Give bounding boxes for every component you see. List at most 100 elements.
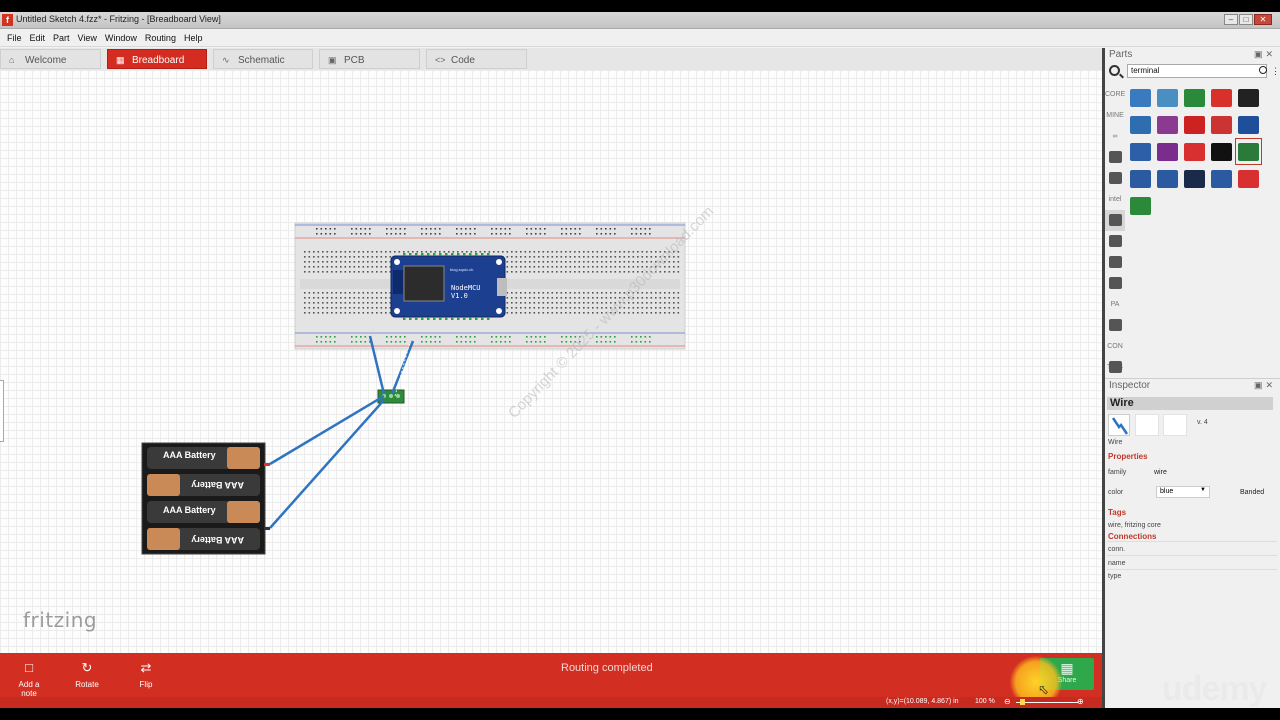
flip-button[interactable]: ⇄ Flip xyxy=(134,659,158,689)
menu-part[interactable]: Part xyxy=(52,30,77,46)
part-result[interactable] xyxy=(1235,84,1262,111)
menu-routing[interactable]: Routing xyxy=(144,30,183,46)
wires[interactable] xyxy=(269,335,415,529)
color-select[interactable]: blue ▼ xyxy=(1156,486,1210,498)
zoom-level: 100 % xyxy=(975,698,995,705)
battery-label: AAA Battery xyxy=(191,480,244,490)
part-result[interactable] xyxy=(1154,138,1181,165)
rotate-button[interactable]: ↻ Rotate xyxy=(72,659,102,689)
part-result[interactable] xyxy=(1235,138,1262,165)
part-result[interactable] xyxy=(1181,165,1208,192)
version-label: v. 4 xyxy=(1197,419,1208,426)
breadboard-canvas[interactable]: blog.squix.ch NodeMCU V1.0 AAA Battery A… xyxy=(0,70,1102,653)
list-menu-icon[interactable]: ⋮≡ xyxy=(1271,66,1280,77)
parts-title: Parts xyxy=(1109,49,1133,60)
parts-bin-tab[interactable]: PA xyxy=(1105,294,1125,315)
parts-bin-tab[interactable] xyxy=(1105,252,1125,273)
zoom-slider[interactable] xyxy=(1016,702,1078,703)
parts-bin-tab[interactable] xyxy=(1105,210,1125,231)
tags-header: Tags xyxy=(1108,508,1127,517)
tab-code[interactable]: <> Code xyxy=(426,49,527,69)
parts-bin-tab[interactable] xyxy=(1105,315,1125,336)
part-result[interactable] xyxy=(1181,84,1208,111)
app-icon: f xyxy=(2,14,13,26)
type-label: type xyxy=(1108,573,1122,580)
part-result[interactable] xyxy=(1154,111,1181,138)
part-result[interactable] xyxy=(1208,165,1235,192)
part-result[interactable] xyxy=(1208,138,1235,165)
mcu-url: blog.squix.ch xyxy=(450,267,473,272)
part-result[interactable] xyxy=(1127,138,1154,165)
inspector-panel: Inspector ▣✕ Wire v. 4 Wire Properties f… xyxy=(1105,378,1280,708)
zoom-slider-handle[interactable] xyxy=(1020,699,1025,705)
tab-schematic[interactable]: ∿ Schematic xyxy=(213,49,313,69)
panel-controls[interactable]: ▣✕ xyxy=(1254,49,1276,60)
battery-3: AAA Battery xyxy=(147,501,260,523)
left-dock-handle[interactable] xyxy=(0,380,4,442)
part-result[interactable] xyxy=(1208,84,1235,111)
menu-window[interactable]: Window xyxy=(104,30,144,46)
part-result[interactable] xyxy=(1235,165,1262,192)
title-bar: f Untitled Sketch 4.fzz* - Fritzing - [B… xyxy=(0,12,1280,29)
part-result[interactable] xyxy=(1235,111,1262,138)
part-result[interactable] xyxy=(1208,111,1235,138)
tab-label: Breadboard xyxy=(132,55,185,66)
tab-welcome[interactable]: ⌂ Welcome xyxy=(0,49,101,69)
panel-controls[interactable]: ▣✕ xyxy=(1254,380,1276,391)
breadboard-icon: ▦ xyxy=(116,55,125,65)
menu-help[interactable]: Help xyxy=(183,30,210,46)
minimize-icon[interactable]: – xyxy=(1224,14,1238,25)
chevron-down-icon: ▼ xyxy=(1200,487,1206,493)
zoom-out-icon[interactable]: ⊖ xyxy=(1004,697,1011,706)
parts-bin-tab[interactable]: ∞ xyxy=(1105,126,1125,147)
tab-pcb[interactable]: ▣ PCB xyxy=(319,49,420,69)
battery-4: AAA Battery xyxy=(147,528,260,550)
nodemcu-board[interactable]: blog.squix.ch NodeMCU V1.0 xyxy=(390,253,507,320)
menu-edit[interactable]: Edit xyxy=(29,30,53,46)
part-result[interactable] xyxy=(1154,84,1181,111)
menu-file[interactable]: File xyxy=(6,30,29,46)
part-result[interactable] xyxy=(1127,111,1154,138)
battery-label: AAA Battery xyxy=(163,505,216,515)
schematic-image xyxy=(1135,414,1159,436)
part-result[interactable] xyxy=(1154,165,1181,192)
properties-header: Properties xyxy=(1108,452,1148,461)
part-result[interactable] xyxy=(1181,138,1208,165)
zoom-in-icon[interactable]: ⊕ xyxy=(1077,697,1084,706)
parts-bin-tab[interactable]: CON TRIB xyxy=(1105,336,1125,371)
part-result[interactable] xyxy=(1127,192,1154,219)
parts-search-input[interactable]: terminal xyxy=(1127,64,1267,78)
parts-bin-tab[interactable]: CORE xyxy=(1105,84,1125,105)
banded-checkbox[interactable]: Banded xyxy=(1240,489,1264,496)
tab-breadboard[interactable]: ▦ Breadboard xyxy=(107,49,207,69)
conn-label: conn. xyxy=(1108,546,1126,553)
parts-bin-tab[interactable]: intel xyxy=(1105,189,1125,210)
parts-bin-tab[interactable] xyxy=(1105,168,1125,189)
magnifier-icon[interactable] xyxy=(1259,66,1267,74)
search-icon[interactable] xyxy=(1109,65,1120,76)
color-label: color xyxy=(1108,489,1124,496)
parts-bin-tab[interactable] xyxy=(1105,231,1125,252)
inspector-title: Inspector xyxy=(1109,380,1151,391)
view-tabs: ⌂ Welcome ▦ Breadboard ∿ Schematic ▣ PCB <> C… xyxy=(0,48,1102,70)
parts-bin-tab[interactable]: MINE xyxy=(1105,105,1125,126)
part-result[interactable] xyxy=(1127,165,1154,192)
battery-label: AAA Battery xyxy=(163,450,216,460)
image-label: Wire xyxy=(1108,439,1123,446)
flip-label: Flip xyxy=(139,680,153,689)
battery-label: AAA Battery xyxy=(191,535,244,545)
parts-bin-tab[interactable] xyxy=(1105,147,1125,168)
pcb-icon: ▣ xyxy=(328,55,337,65)
parts-bin-tab[interactable] xyxy=(1105,273,1125,294)
menu-view[interactable]: View xyxy=(77,30,104,46)
part-result[interactable] xyxy=(1127,84,1154,111)
add-note-button[interactable]: □ Add a note xyxy=(10,659,48,698)
part-result[interactable] xyxy=(1181,111,1208,138)
close-icon[interactable]: ✕ xyxy=(1254,14,1272,25)
tab-label: Code xyxy=(451,55,475,66)
battery-pack[interactable]: AAA Battery AAA Battery AAA Battery AAA … xyxy=(141,442,270,555)
home-icon: ⌂ xyxy=(9,55,15,65)
maximize-icon[interactable]: □ xyxy=(1239,14,1253,25)
flip-icon: ⇄ xyxy=(140,660,152,675)
mcu-version: V1.0 xyxy=(451,292,468,300)
